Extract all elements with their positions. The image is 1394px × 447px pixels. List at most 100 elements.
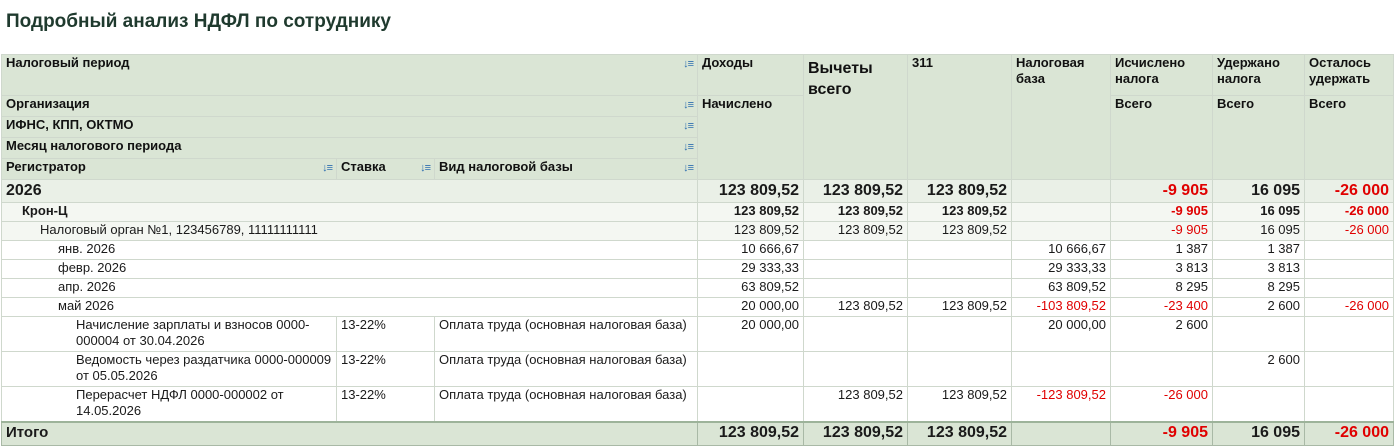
header-month[interactable]: ↓≡ Месяц налогового периода [1, 137, 698, 159]
table-row-document[interactable]: Перерасчет НДФЛ 0000-000002 от 14.05.202… [1, 386, 1394, 422]
cell-withheld[interactable]: 3 813 [1212, 259, 1305, 279]
cell-tax-base-type[interactable]: Оплата труда (основная налоговая база) [434, 351, 698, 387]
row-label[interactable]: апр. 2026 [1, 278, 698, 298]
cell-withheld[interactable]: 8 295 [1212, 278, 1305, 298]
cell-311[interactable] [907, 316, 1012, 352]
header-calculated-total[interactable]: Всего [1110, 95, 1213, 180]
cell-311[interactable]: 123 809,52 [907, 297, 1012, 317]
group-row-year[interactable]: 2026 123 809,52 123 809,52 123 809,52 -9… [1, 179, 1394, 203]
cell-tax-base[interactable] [1011, 202, 1111, 222]
cell-withheld[interactable]: 16 095 [1212, 202, 1305, 222]
cell-remaining[interactable]: -26 000 [1304, 420, 1394, 446]
cell-tax-base[interactable]: 20 000,00 [1011, 316, 1111, 352]
cell-tax-base[interactable]: 10 666,67 [1011, 240, 1111, 260]
cell-calculated[interactable]: 2 600 [1110, 316, 1213, 352]
cell-deductions[interactable]: 123 809,52 [803, 420, 908, 446]
cell-311[interactable]: 123 809,52 [907, 202, 1012, 222]
cell-deductions[interactable] [803, 278, 908, 298]
cell-deductions[interactable]: 123 809,52 [803, 386, 908, 422]
cell-311[interactable]: 123 809,52 [907, 420, 1012, 446]
cell-deductions[interactable]: 123 809,52 [803, 179, 908, 203]
row-label[interactable]: 2026 [1, 179, 698, 203]
cell-withheld[interactable]: 16 095 [1212, 420, 1305, 446]
cell-income[interactable]: 20 000,00 [697, 316, 804, 352]
group-row-organization[interactable]: Крон-Ц 123 809,52 123 809,52 123 809,52 … [1, 202, 1394, 222]
cell-withheld[interactable]: 16 095 [1212, 221, 1305, 241]
cell-registrar[interactable]: Перерасчет НДФЛ 0000-000002 от 14.05.202… [1, 386, 337, 422]
cell-income[interactable]: 29 333,33 [697, 259, 804, 279]
cell-withheld[interactable]: 16 095 [1212, 179, 1305, 203]
header-remaining[interactable]: Осталось удержать [1304, 54, 1394, 96]
header-311[interactable]: 311 [907, 54, 1012, 180]
cell-311[interactable] [907, 240, 1012, 260]
cell-remaining[interactable]: -26 000 [1304, 221, 1394, 241]
cell-income[interactable]: 20 000,00 [697, 297, 804, 317]
cell-calculated[interactable]: -9 905 [1110, 420, 1213, 446]
header-tax-base-type[interactable]: ↓≡ Вид налоговой базы [434, 158, 698, 180]
total-row[interactable]: Итого 123 809,52 123 809,52 123 809,52 -… [1, 420, 1394, 446]
cell-tax-base[interactable]: -123 809,52 [1011, 386, 1111, 422]
cell-tax-base[interactable] [1011, 420, 1111, 446]
cell-311[interactable]: 123 809,52 [907, 386, 1012, 422]
header-withheld[interactable]: Удержано налога [1212, 54, 1305, 96]
cell-calculated[interactable]: -23 400 [1110, 297, 1213, 317]
cell-remaining[interactable]: -26 000 [1304, 202, 1394, 222]
cell-311[interactable]: 123 809,52 [907, 179, 1012, 203]
cell-rate[interactable]: 13-22% [336, 316, 435, 352]
cell-income[interactable] [697, 386, 804, 422]
cell-income[interactable]: 10 666,67 [697, 240, 804, 260]
header-remaining-total[interactable]: Всего [1304, 95, 1394, 180]
cell-remaining[interactable]: -26 000 [1304, 297, 1394, 317]
cell-calculated[interactable]: -9 905 [1110, 179, 1213, 203]
cell-tax-base-type[interactable]: Оплата труда (основная налоговая база) [434, 316, 698, 352]
cell-311[interactable] [907, 278, 1012, 298]
cell-calculated[interactable]: 8 295 [1110, 278, 1213, 298]
cell-income[interactable]: 123 809,52 [697, 202, 804, 222]
cell-withheld[interactable]: 1 387 [1212, 240, 1305, 260]
row-label[interactable]: Налоговый орган №1, 123456789, 111111111… [1, 221, 698, 241]
cell-income[interactable]: 123 809,52 [697, 179, 804, 203]
cell-tax-base[interactable]: 29 333,33 [1011, 259, 1111, 279]
cell-311[interactable] [907, 259, 1012, 279]
table-row-document[interactable]: Ведомость через раздатчика 0000-000009 о… [1, 351, 1394, 387]
cell-remaining[interactable] [1304, 240, 1394, 260]
header-tax-base[interactable]: Налоговая база [1011, 54, 1111, 180]
cell-311[interactable] [907, 351, 1012, 387]
header-income-accrued[interactable]: Начислено [697, 95, 804, 180]
cell-registrar[interactable]: Начисление зарплаты и взносов 0000-00000… [1, 316, 337, 352]
cell-deductions[interactable] [803, 259, 908, 279]
header-deductions[interactable]: Вычеты всего [803, 54, 908, 180]
cell-deductions[interactable] [803, 351, 908, 387]
header-withheld-total[interactable]: Всего [1212, 95, 1305, 180]
header-organization[interactable]: ↓≡ Организация [1, 95, 698, 117]
cell-deductions[interactable]: 123 809,52 [803, 202, 908, 222]
cell-calculated[interactable]: -9 905 [1110, 202, 1213, 222]
cell-remaining[interactable] [1304, 316, 1394, 352]
sort-icon[interactable]: ↓≡ [683, 97, 694, 113]
header-registrar[interactable]: ↓≡ Регистратор [1, 158, 337, 180]
cell-calculated[interactable]: 3 813 [1110, 259, 1213, 279]
row-label[interactable]: май 2026 [1, 297, 698, 317]
cell-remaining[interactable] [1304, 278, 1394, 298]
cell-tax-base[interactable]: -103 809,52 [1011, 297, 1111, 317]
cell-rate[interactable]: 13-22% [336, 351, 435, 387]
cell-tax-base-type[interactable]: Оплата труда (основная налоговая база) [434, 386, 698, 422]
cell-remaining[interactable] [1304, 351, 1394, 387]
group-row-ifns[interactable]: Налоговый орган №1, 123456789, 111111111… [1, 221, 1394, 241]
header-calculated[interactable]: Исчислено налога [1110, 54, 1213, 96]
cell-rate[interactable]: 13-22% [336, 386, 435, 422]
row-label[interactable]: Крон-Ц [1, 202, 698, 222]
sort-icon[interactable]: ↓≡ [420, 160, 431, 176]
cell-deductions[interactable] [803, 316, 908, 352]
cell-withheld[interactable] [1212, 386, 1305, 422]
sort-icon[interactable]: ↓≡ [683, 56, 694, 72]
header-income[interactable]: Доходы [697, 54, 804, 96]
table-row-month[interactable]: апр. 2026 63 809,52 63 809,52 8 295 8 29… [1, 278, 1394, 298]
cell-withheld[interactable]: 2 600 [1212, 351, 1305, 387]
table-row-document[interactable]: Начисление зарплаты и взносов 0000-00000… [1, 316, 1394, 352]
cell-calculated[interactable]: 1 387 [1110, 240, 1213, 260]
cell-tax-base[interactable] [1011, 221, 1111, 241]
cell-withheld[interactable]: 2 600 [1212, 297, 1305, 317]
row-label[interactable]: янв. 2026 [1, 240, 698, 260]
cell-deductions[interactable]: 123 809,52 [803, 221, 908, 241]
